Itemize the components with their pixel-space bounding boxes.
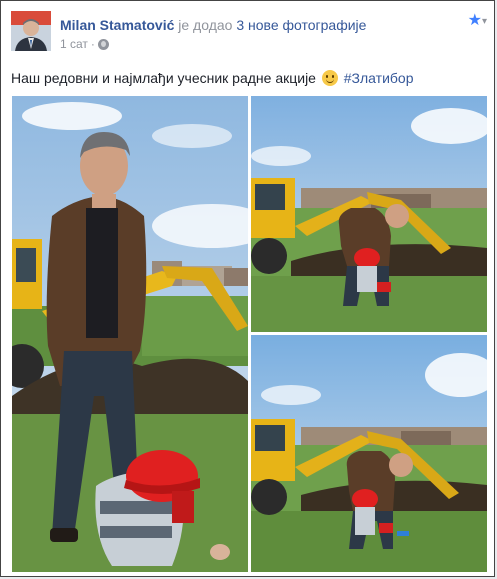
photo-man-and-child-large[interactable]: [12, 96, 248, 572]
author-name[interactable]: Milan Stamatović: [60, 17, 174, 33]
post-text: Наш редовни и најмлађи учесник радне акц…: [11, 69, 413, 87]
chevron-down-icon[interactable]: ▾: [482, 16, 487, 27]
author-action: је додао: [178, 17, 233, 33]
post-time[interactable]: 1 сат: [60, 37, 88, 51]
globe-icon[interactable]: [97, 38, 109, 50]
avatar[interactable]: [11, 11, 51, 51]
meta-separator: ·: [90, 37, 95, 51]
post-header: Milan Stamatović је додао 3 нове фотогра…: [11, 11, 487, 55]
photos-link[interactable]: 3 нове фотографије: [236, 17, 366, 33]
post-message: Наш редовни и најмлађи учесник радне акц…: [11, 70, 316, 86]
smiley-emoji-icon: [321, 70, 338, 86]
photo-man-digging-bottom[interactable]: [251, 335, 487, 572]
author-line: Milan Stamatović је додао 3 нове фотогра…: [60, 16, 366, 34]
hashtag-link[interactable]: #Златибор: [344, 70, 414, 86]
star-icon[interactable]: ★: [468, 13, 482, 29]
photo-man-digging-top[interactable]: [251, 96, 487, 332]
post-card: Milan Stamatović је додао 3 нове фотогра…: [0, 0, 495, 577]
post-meta: 1 сат ·: [60, 37, 109, 51]
